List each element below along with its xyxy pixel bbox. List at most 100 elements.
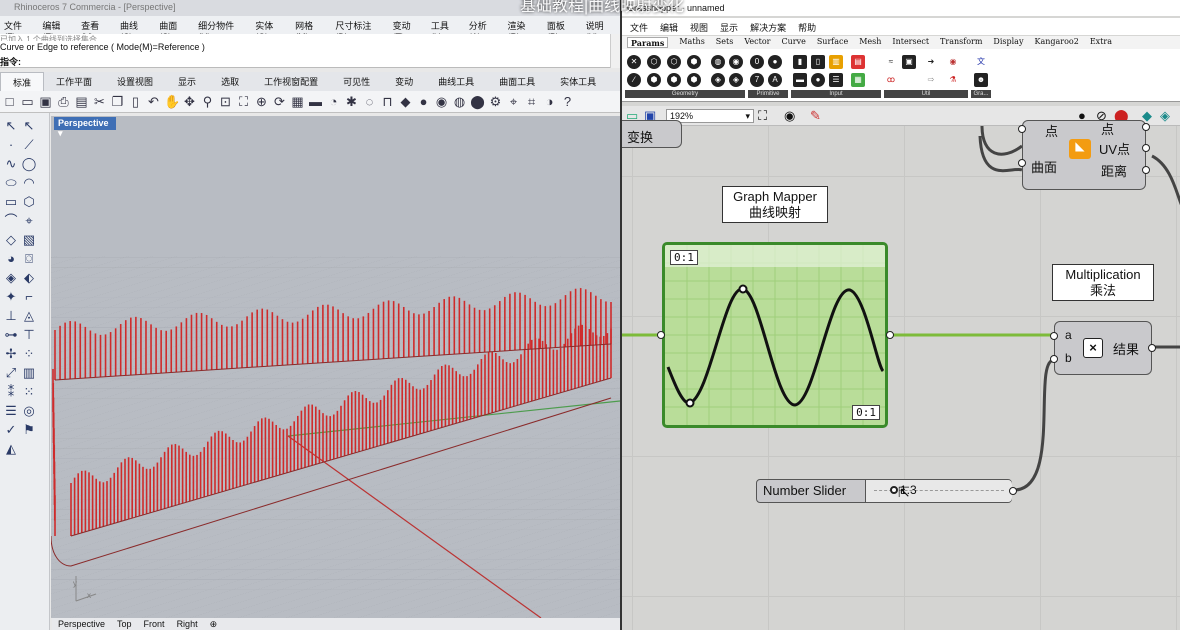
menu-curve[interactable]: 曲线(C) xyxy=(120,19,150,42)
point-icon[interactable]: · xyxy=(2,136,20,154)
display-mode-icon[interactable]: ◍ xyxy=(452,94,467,109)
freeform-icon[interactable]: ⌒ xyxy=(2,212,20,230)
material-icon[interactable]: ● xyxy=(416,94,431,109)
tools-icon[interactable]: ⚙ xyxy=(488,94,503,109)
value-list-icon[interactable]: ☰ xyxy=(829,73,843,87)
graph-mapper-node[interactable]: 0:1 0:1 xyxy=(662,242,888,428)
gh-tab-curve[interactable]: Curve xyxy=(781,37,805,48)
gh-menu-solution[interactable]: 解决方案 xyxy=(750,21,786,33)
surface-icon[interactable]: ◇ xyxy=(2,231,20,249)
join-icon[interactable]: ⊶ xyxy=(2,326,20,344)
multiplication-input-a-port[interactable] xyxy=(1050,332,1058,340)
gh-menu-file[interactable]: 文件 xyxy=(630,21,648,33)
polyline-icon[interactable]: ⟋ xyxy=(20,136,38,154)
select-points-icon[interactable]: ↖ xyxy=(20,117,38,135)
snap-icon[interactable]: ⌗ xyxy=(524,94,539,109)
gh-canvas[interactable]: 变换 点 曲面 ◣ 点 UV点 距离 Graph Mapper 曲线映射 0:1… xyxy=(622,120,1180,630)
gh-tab-kangaroo2[interactable]: Kangaroo2 xyxy=(1034,37,1078,48)
cluster-icon[interactable]: ▣ xyxy=(902,55,916,69)
render-tool-icon[interactable]: ◎ xyxy=(20,402,38,420)
param-number-icon[interactable]: ● xyxy=(768,55,782,69)
help-icon[interactable]: ? xyxy=(560,94,575,109)
sphere-icon[interactable]: ◔ xyxy=(326,94,341,109)
trim-icon[interactable]: ◬ xyxy=(20,307,38,325)
surface-node-out1-port[interactable] xyxy=(1142,123,1150,131)
command-prompt[interactable]: 指令: xyxy=(0,55,21,68)
menu-file[interactable]: 文件(F) xyxy=(4,19,33,42)
text-icon[interactable]: ⁑ xyxy=(2,383,20,401)
gh-tab-surface[interactable]: Surface xyxy=(817,37,848,48)
shaded-icon[interactable]: ⬤ xyxy=(470,94,485,109)
scribble-icon[interactable]: ≈ xyxy=(884,55,898,69)
layer-icon[interactable]: ◆ xyxy=(398,94,413,109)
gh-tab-extra[interactable]: Extra xyxy=(1090,37,1112,48)
ellipse-icon[interactable]: ⬭ xyxy=(2,174,20,192)
light-icon[interactable]: ✱ xyxy=(344,94,359,109)
add-viewport-tab-icon[interactable]: ⊕ xyxy=(210,619,218,629)
rotate-view-icon[interactable]: ✥ xyxy=(182,94,197,109)
select-arrow-icon[interactable]: ↖ xyxy=(2,117,20,135)
surface-node-out2-port[interactable] xyxy=(1142,144,1150,152)
filter-icon[interactable]: ⌖ xyxy=(506,94,521,109)
gh-tab-intersect[interactable]: Intersect xyxy=(892,37,929,48)
tab-visibility[interactable]: 可见性 xyxy=(331,72,383,91)
menu-view[interactable]: 查看(V) xyxy=(81,19,111,42)
circle-icon[interactable]: ◯ xyxy=(20,155,38,173)
new-file-icon[interactable]: □ xyxy=(2,94,17,109)
param-curve-icon[interactable]: ∕ xyxy=(627,73,641,87)
graph-mapper-output-port[interactable] xyxy=(886,331,894,339)
check-icon[interactable]: ✓ xyxy=(2,421,20,439)
analyze-icon[interactable]: ☰ xyxy=(2,402,20,420)
properties-icon[interactable]: ⚑ xyxy=(20,421,38,439)
bulb-icon[interactable]: ◌ xyxy=(362,94,377,109)
user-icon[interactable]: ☻ xyxy=(974,73,988,87)
sphere-tool-icon[interactable]: ◕ xyxy=(2,250,20,268)
param-surface-icon[interactable]: ⬢ xyxy=(687,73,701,87)
tab-viewport-layout[interactable]: 工作视窗配置 xyxy=(252,72,331,91)
param-text-icon[interactable]: A xyxy=(768,73,782,87)
tab-transform[interactable]: 变动 xyxy=(383,72,426,91)
gh-tab-sets[interactable]: Sets xyxy=(716,37,734,48)
curve-icon[interactable]: ∿ xyxy=(2,155,20,173)
param-circle-icon[interactable]: ⬡ xyxy=(647,55,661,69)
translate-icon[interactable]: 文 xyxy=(974,55,988,69)
tab-standard[interactable]: 标准 xyxy=(0,72,45,91)
tab-solid-tools[interactable]: 实体工具 xyxy=(548,72,609,91)
gh-tab-params[interactable]: Params xyxy=(627,37,669,48)
viewport-tab-front[interactable]: Front xyxy=(144,619,165,629)
zoom-window-icon[interactable]: ⊡ xyxy=(218,94,233,109)
render-icon[interactable]: ◉ xyxy=(434,94,449,109)
colour-swatch-icon[interactable]: ▥ xyxy=(829,55,843,69)
menu-edit[interactable]: 编辑(E) xyxy=(42,19,72,42)
slider-output-port[interactable] xyxy=(1009,487,1017,495)
menu-mesh[interactable]: 网格(M) xyxy=(295,19,326,42)
split-icon[interactable]: ⊥ xyxy=(2,307,20,325)
number-slider[interactable]: Number Slider 1.3 xyxy=(756,479,1017,503)
surface-node-in1-port[interactable] xyxy=(1018,125,1026,133)
zoom-icon[interactable]: ⚲ xyxy=(200,94,215,109)
dimension-icon[interactable]: ▥ xyxy=(20,364,38,382)
lock-icon[interactable]: ⊓ xyxy=(380,94,395,109)
gh-tab-transform[interactable]: Transform xyxy=(940,37,982,48)
perspective-viewport[interactable]: y x xyxy=(51,116,620,618)
curve-handle-start[interactable] xyxy=(685,398,695,408)
menu-surface[interactable]: 曲面(S) xyxy=(159,19,189,42)
menu-solid[interactable]: 实体(O) xyxy=(255,19,286,42)
param-plane-icon[interactable]: ⬢ xyxy=(667,73,681,87)
arc-icon[interactable]: ◠ xyxy=(20,174,38,192)
mesh-icon[interactable]: ◈ xyxy=(2,269,20,287)
print-icon[interactable]: ⎙ xyxy=(56,94,71,109)
globe-icon[interactable]: ◑ xyxy=(542,94,557,109)
graph-mapper-input-port[interactable] xyxy=(657,331,665,339)
multiplication-input-b-port[interactable] xyxy=(1050,355,1058,363)
gumball-icon[interactable]: ◈ xyxy=(1160,108,1170,124)
menu-help[interactable]: 说明(H) xyxy=(586,19,616,42)
gh-tab-display[interactable]: Display xyxy=(993,37,1023,48)
boolean-toggle-icon[interactable]: ▮ xyxy=(793,55,807,69)
rotate-icon[interactable]: ⟳ xyxy=(272,94,287,109)
gh-menu-display[interactable]: 显示 xyxy=(720,21,738,33)
preview-eye-icon[interactable]: ◉ xyxy=(784,108,795,124)
transform-node[interactable]: 变换 xyxy=(622,120,682,148)
boolean-icon[interactable]: ✦ xyxy=(2,288,20,306)
slider-track[interactable]: 1.3 xyxy=(865,480,1012,502)
